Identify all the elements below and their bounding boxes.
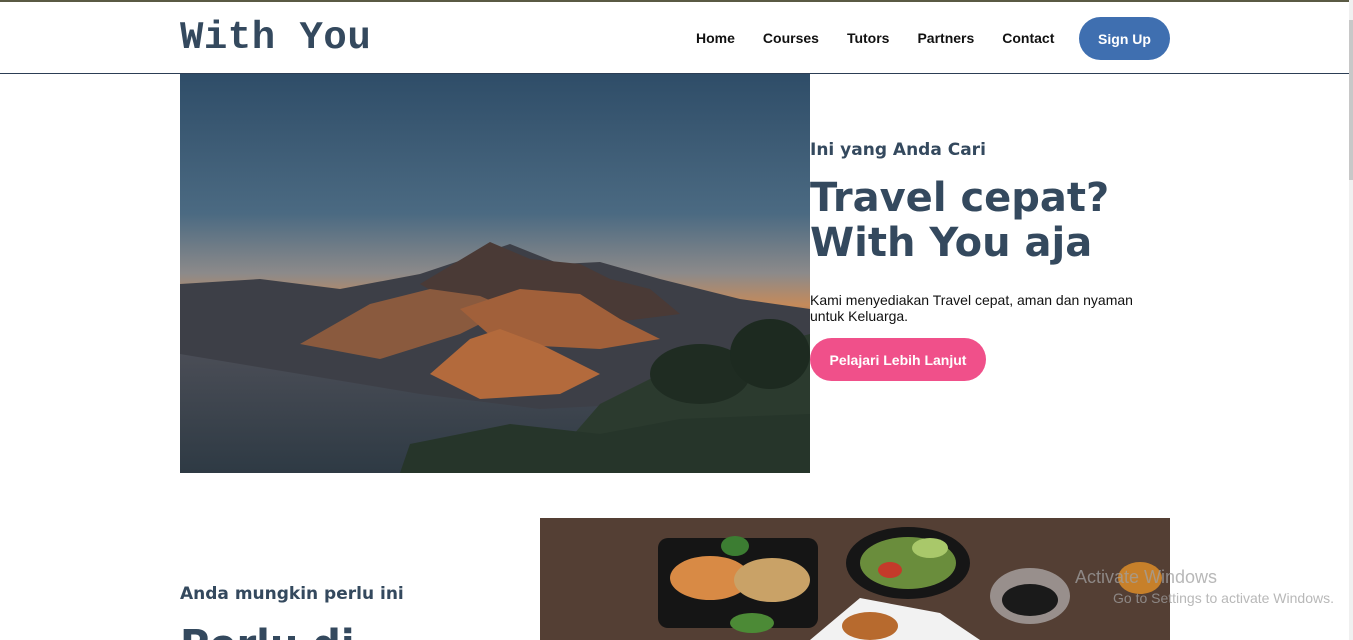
nav-courses[interactable]: Courses (763, 30, 819, 46)
hero-title-line-1: Travel cepat? (810, 175, 1110, 221)
nav-contact[interactable]: Contact (1002, 30, 1054, 46)
scrollbar-thumb[interactable] (1349, 20, 1353, 180)
nav-home[interactable]: Home (696, 30, 735, 46)
signup-button[interactable]: Sign Up (1079, 17, 1170, 60)
hero-title-line-2: With You aja (810, 220, 1093, 266)
brand-logo[interactable]: With You (180, 16, 371, 60)
windows-activation-watermark: Activate Windows Go to Settings to activ… (1075, 567, 1334, 606)
page-scrollbar[interactable] (1349, 0, 1353, 640)
hero-title: Travel cepat? With You aja (810, 176, 1170, 266)
navbar: With You Home Courses Tutors Partners Co… (0, 2, 1349, 74)
nav-links: Home Courses Tutors Partners Contact (682, 30, 1068, 46)
watermark-title: Activate Windows (1075, 567, 1218, 587)
nav-tutors[interactable]: Tutors (847, 30, 890, 46)
hero-mountain-image (180, 74, 810, 473)
watermark-subtitle: Go to Settings to activate Windows. (1113, 590, 1334, 606)
nav-partners[interactable]: Partners (917, 30, 974, 46)
hero-description: Kami menyediakan Travel cepat, aman dan … (810, 292, 1133, 324)
section2-title: Perlu di (180, 622, 355, 640)
hero-text: Ini yang Anda Cari Travel cepat? With Yo… (810, 140, 1170, 381)
section2-eyebrow: Anda mungkin perlu ini (180, 584, 404, 604)
hero-eyebrow: Ini yang Anda Cari (810, 140, 986, 160)
learn-more-button[interactable]: Pelajari Lebih Lanjut (810, 338, 986, 381)
